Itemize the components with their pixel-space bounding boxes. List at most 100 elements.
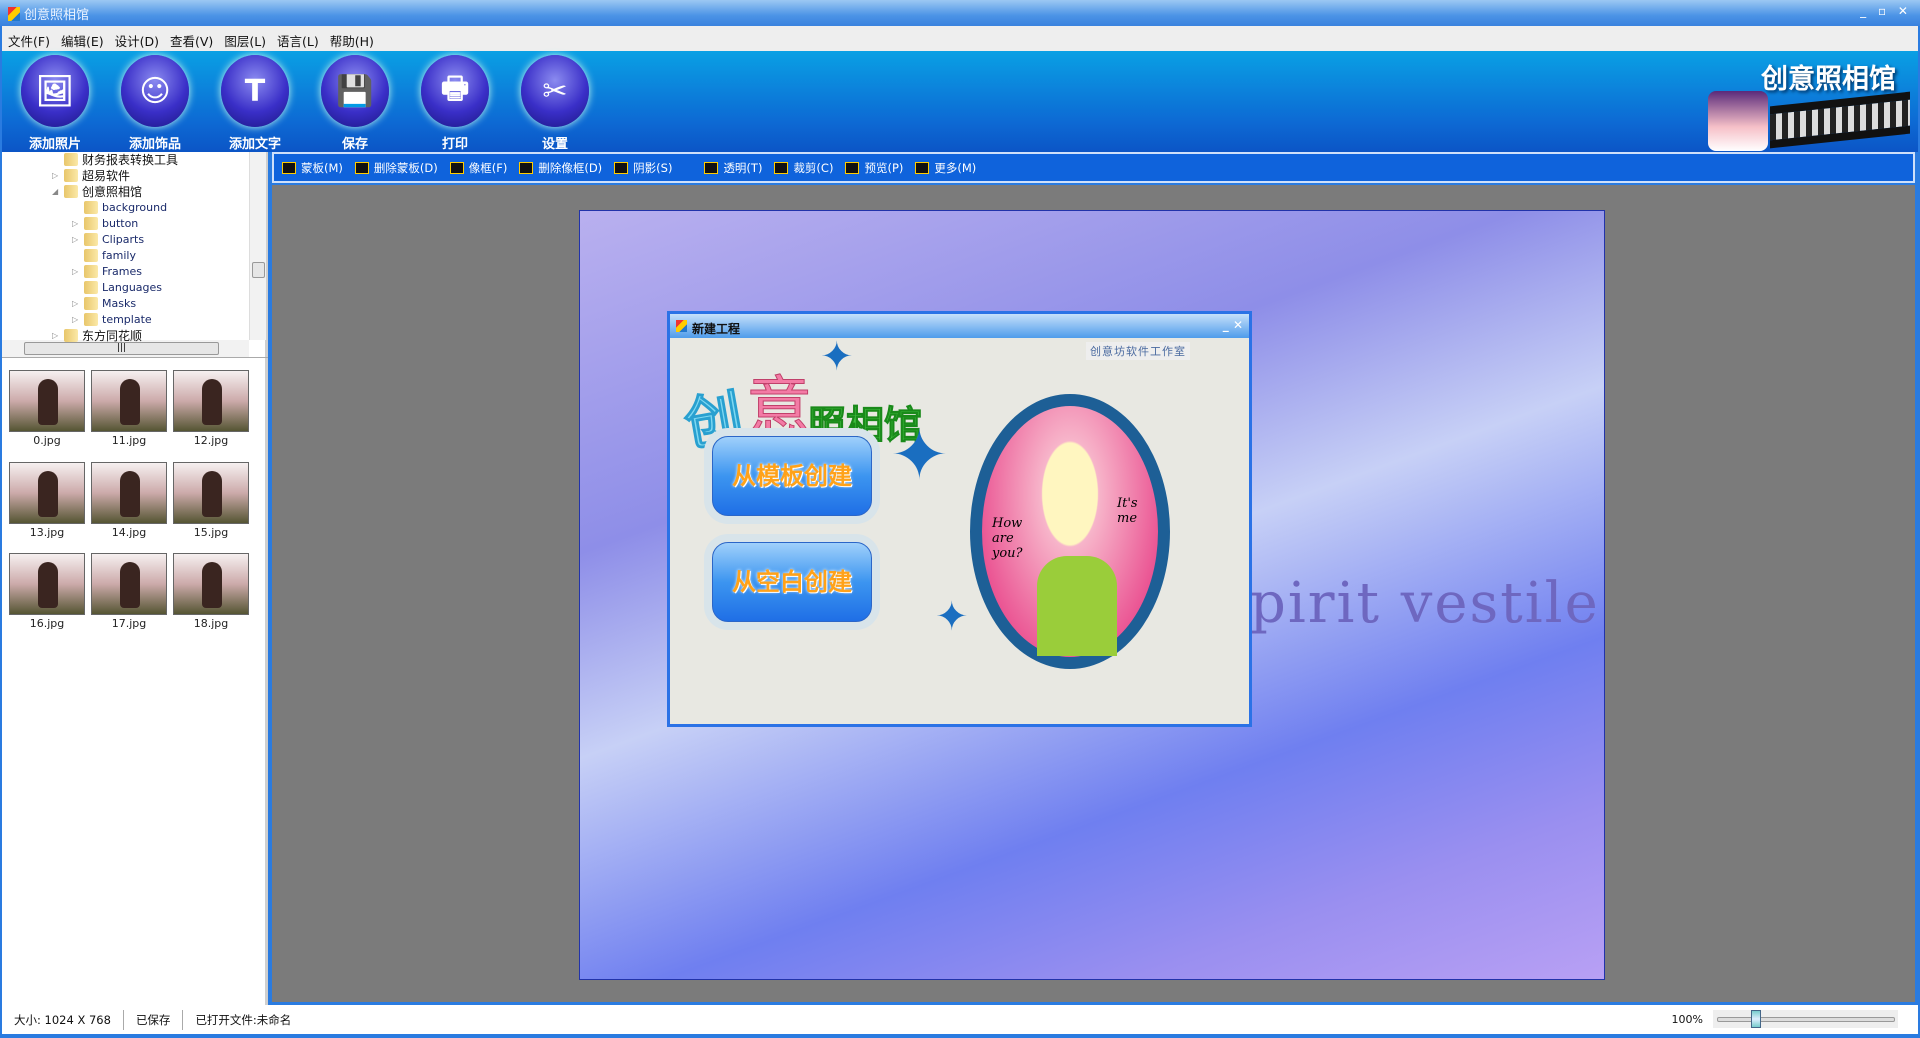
expand-icon[interactable]: ▷ xyxy=(72,219,80,228)
mask-icon xyxy=(282,161,296,174)
edit-toolbar-button[interactable]: 透明(T) xyxy=(704,160,762,176)
menu-item[interactable]: 帮助(H) xyxy=(330,31,374,49)
tree-node-label: 东方同花顺 xyxy=(82,328,143,343)
edit-toolbar-button[interactable]: 预览(P) xyxy=(845,160,903,176)
film-strip-image xyxy=(1770,91,1910,149)
tree-node[interactable]: 财务报表转换工具 xyxy=(52,152,178,167)
thumbnail-label: 15.jpg xyxy=(193,526,229,539)
toolbar-button[interactable]: ✂ 设置 xyxy=(510,55,600,152)
tree-node[interactable]: ▷ Masks xyxy=(72,295,136,311)
tree-node-label: template xyxy=(102,312,152,326)
dialog-close-button[interactable]: _ ✕ xyxy=(1223,318,1243,332)
photo-thumbnail[interactable] xyxy=(91,370,167,432)
menu-item[interactable]: 文件(F) xyxy=(8,31,50,49)
folder-icon xyxy=(64,328,78,342)
create-from-template-button[interactable]: 从模板创建 xyxy=(712,436,872,516)
toolbar-button[interactable]: 🖶 打印 xyxy=(410,55,500,152)
tree-node[interactable]: ◢ 创意照相馆 xyxy=(52,183,142,199)
mirror-text-left: How are you? xyxy=(992,516,1023,561)
edit-toolbar-button[interactable]: 删除像框(D) xyxy=(519,160,602,176)
photo-thumbnail[interactable] xyxy=(91,553,167,615)
photo-thumbnail[interactable] xyxy=(9,553,85,615)
expand-icon[interactable]: ▷ xyxy=(72,267,80,276)
star-icon: ✦ xyxy=(890,414,949,496)
tree-node[interactable]: Languages xyxy=(72,279,162,295)
thumbnail-label: 11.jpg xyxy=(111,434,147,447)
folder-icon xyxy=(84,312,98,326)
expand-icon[interactable]: ◢ xyxy=(52,187,60,196)
tree-node-label: Cliparts xyxy=(102,232,145,246)
tree-node-label: background xyxy=(102,200,168,214)
create-blank-button[interactable]: 从空白创建 xyxy=(712,542,872,622)
shadow-icon xyxy=(614,161,629,174)
folder-icon xyxy=(84,264,98,278)
tree-node[interactable]: family xyxy=(72,247,136,263)
thumbnail-label: 18.jpg xyxy=(193,617,229,630)
photo-thumbnail[interactable] xyxy=(9,370,85,432)
tree-node[interactable]: ▷ button xyxy=(72,215,138,231)
zoom-slider[interactable] xyxy=(1713,1010,1898,1028)
slider-track[interactable] xyxy=(1717,1017,1895,1022)
brand-title: 创意照相馆 xyxy=(1761,64,1896,95)
menu-item[interactable]: 图层(L) xyxy=(224,31,266,49)
photo-thumbnail[interactable] xyxy=(173,462,249,524)
edit-toolbar: 蒙板(M) 删除蒙板(D) 像框(F) 删除像框(D) 阴影(S) 透明(T) 裁剪(C) 预… xyxy=(272,152,1915,183)
menu-item[interactable]: 查看(V) xyxy=(170,31,213,49)
tree-node-label: Masks xyxy=(102,296,137,310)
edit-toolbar-button[interactable]: 裁剪(C) xyxy=(774,160,833,176)
toolbar-button[interactable]: 💾 保存 xyxy=(310,55,400,152)
menu-item[interactable]: 编辑(E) xyxy=(61,31,104,49)
expand-icon[interactable]: ▷ xyxy=(72,315,80,324)
edit-toolbar-button[interactable]: 删除蒙板(D) xyxy=(354,160,438,176)
star-icon: ✦ xyxy=(820,334,854,380)
tree-node-label: button xyxy=(102,216,139,230)
edit-toolbar-button[interactable]: 阴影(S) xyxy=(614,160,672,176)
folder-icon xyxy=(84,280,98,294)
photo-thumbnail[interactable] xyxy=(9,462,85,524)
preview-icon xyxy=(845,161,860,174)
photo-thumbnail[interactable] xyxy=(91,462,167,524)
toolbar-button[interactable]: 🖼 添加照片 xyxy=(10,55,100,152)
window-controls[interactable]: _ ▫ ✕ xyxy=(1860,4,1912,18)
toolbar-button[interactable]: T 添加文字 xyxy=(210,55,300,152)
menu-item[interactable]: 设计(D) xyxy=(115,31,159,49)
delete-mask-icon xyxy=(354,161,369,174)
girl-dress xyxy=(1037,556,1117,656)
add-photo-icon: 🖼 xyxy=(21,55,89,127)
expand-icon[interactable]: ▷ xyxy=(52,331,60,340)
tree-node[interactable]: ▷ Cliparts xyxy=(72,231,144,247)
tree-node[interactable]: background xyxy=(72,199,167,215)
scroll-thumb[interactable]: ||| xyxy=(24,342,219,355)
edit-toolbar-label: 透明(T) xyxy=(723,160,763,175)
mirror-text-right: It's me xyxy=(1117,496,1138,526)
slider-knob[interactable] xyxy=(1751,1010,1761,1028)
edit-toolbar-button[interactable]: 蒙板(M) xyxy=(282,160,343,176)
edit-toolbar-label: 裁剪(C) xyxy=(793,160,834,175)
main-toolbar: 创意照相馆 🖼 添加照片 ☺ 添加饰品 T 添加文字 💾 保存 🖶 打印 ✂ 设置 xyxy=(2,51,1918,152)
edit-toolbar-label: 预览(P) xyxy=(864,160,904,175)
settings-icon: ✂ xyxy=(521,55,589,127)
tree-node[interactable]: ▷ 超易软件 xyxy=(52,167,130,183)
tree-node[interactable]: ▷ 东方同花顺 xyxy=(52,327,142,343)
edit-toolbar-label: 阴影(S) xyxy=(633,160,673,175)
scroll-thumb[interactable] xyxy=(252,262,265,278)
expand-icon[interactable]: ▷ xyxy=(72,299,80,308)
toolbar-button[interactable]: ☺ 添加饰品 xyxy=(110,55,200,152)
tree-node-label: Frames xyxy=(102,264,143,278)
tree-vertical-scrollbar[interactable] xyxy=(249,152,266,340)
tree-node[interactable]: ▷ template xyxy=(72,311,152,327)
edit-toolbar-button[interactable]: 像框(F) xyxy=(449,160,507,176)
status-opened-file: 已打开文件:未命名 xyxy=(195,1012,292,1027)
window-title: 创意照相馆 xyxy=(24,8,90,23)
photo-thumbnail[interactable] xyxy=(173,370,249,432)
expand-icon[interactable]: ▷ xyxy=(52,171,60,180)
edit-toolbar-label: 删除蒙板(D) xyxy=(373,160,438,175)
menu-item[interactable]: 语言(L) xyxy=(277,31,319,49)
status-saved: 已保存 xyxy=(124,1009,184,1030)
photo-thumbnail[interactable] xyxy=(173,553,249,615)
edit-toolbar-button[interactable]: 更多(M) xyxy=(915,160,976,176)
thumbnail-label: 17.jpg xyxy=(111,617,147,630)
expand-icon[interactable]: ▷ xyxy=(72,235,80,244)
tree-node[interactable]: ▷ Frames xyxy=(72,263,142,279)
brand-girl-image xyxy=(1708,91,1768,151)
